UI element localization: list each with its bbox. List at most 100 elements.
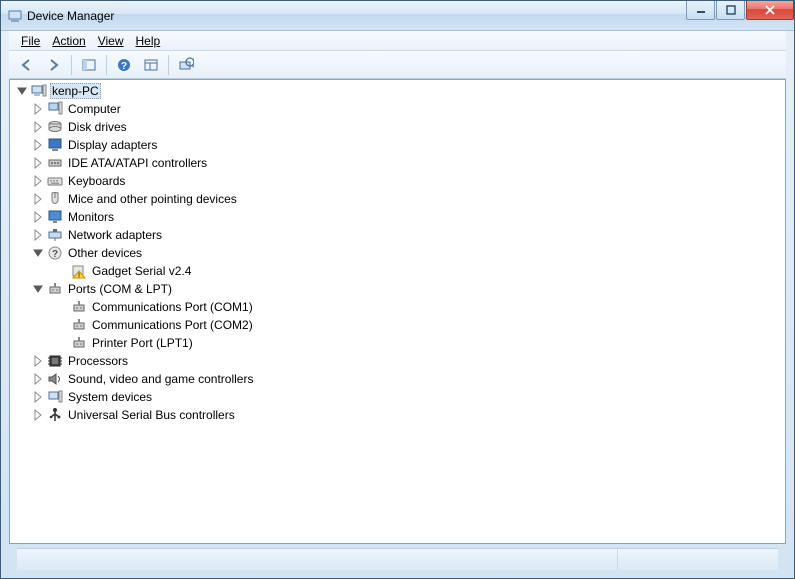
mouse-icon	[47, 191, 63, 207]
ide-icon	[47, 155, 63, 171]
app-icon	[7, 8, 23, 24]
expander-icon[interactable]	[14, 83, 30, 99]
menu-action[interactable]: Action	[46, 32, 91, 50]
tree-category-usb[interactable]: Universal Serial Bus controllers	[10, 406, 785, 424]
window-controls	[685, 1, 794, 30]
expander-icon[interactable]	[30, 209, 46, 225]
port-icon	[47, 281, 63, 297]
expander-icon[interactable]	[30, 407, 46, 423]
expander-icon[interactable]	[30, 389, 46, 405]
other-icon	[47, 245, 63, 261]
window-title: Device Manager	[27, 9, 685, 23]
tree-category-computer[interactable]: Computer	[10, 100, 785, 118]
help-button[interactable]: ?	[112, 54, 136, 76]
device-manager-window: Device Manager File Action View Help ? k…	[0, 0, 795, 579]
expander-spacer	[54, 263, 70, 279]
menu-file[interactable]: File	[15, 32, 46, 50]
properties-button[interactable]	[139, 54, 163, 76]
expander-icon[interactable]	[30, 281, 46, 297]
tree-category-keyboards[interactable]: Keyboards	[10, 172, 785, 190]
tree-device-item[interactable]: Printer Port (LPT1)	[10, 334, 785, 352]
status-cell	[618, 549, 778, 570]
disk-icon	[47, 119, 63, 135]
menu-help[interactable]: Help	[130, 32, 167, 50]
node-label: Disk drives	[66, 119, 129, 135]
tree-category-network[interactable]: Network adapters	[10, 226, 785, 244]
tree-device-item[interactable]: Communications Port (COM2)	[10, 316, 785, 334]
node-label: Mice and other pointing devices	[66, 191, 239, 207]
status-bar	[17, 548, 778, 570]
expander-spacer	[54, 335, 70, 351]
node-label: Ports (COM & LPT)	[66, 281, 174, 297]
node-label: kenp-PC	[50, 83, 101, 99]
node-label: Printer Port (LPT1)	[90, 335, 195, 351]
node-label: Sound, video and game controllers	[66, 371, 255, 387]
tree-category-system[interactable]: System devices	[10, 388, 785, 406]
tree-category-disk[interactable]: Disk drives	[10, 118, 785, 136]
node-label: Communications Port (COM1)	[90, 299, 255, 315]
toolbar-separator	[106, 55, 107, 75]
expander-icon[interactable]	[30, 191, 46, 207]
keyboard-icon	[47, 173, 63, 189]
expander-icon[interactable]	[30, 227, 46, 243]
port-icon	[71, 317, 87, 333]
expander-spacer	[54, 317, 70, 333]
tree-category-sound[interactable]: Sound, video and game controllers	[10, 370, 785, 388]
device-tree-panel[interactable]: kenp-PC Computer Disk drives Display ada…	[9, 79, 786, 544]
port-icon	[71, 299, 87, 315]
toolbar: ?	[9, 51, 786, 79]
back-button[interactable]	[15, 54, 39, 76]
expander-icon[interactable]	[30, 101, 46, 117]
expander-icon[interactable]	[30, 371, 46, 387]
cpu-icon	[47, 353, 63, 369]
device-tree: kenp-PC Computer Disk drives Display ada…	[10, 82, 785, 424]
tree-category-ports[interactable]: Ports (COM & LPT)	[10, 280, 785, 298]
toolbar-separator	[168, 55, 169, 75]
content-area: kenp-PC Computer Disk drives Display ada…	[9, 79, 786, 578]
tree-category-mice[interactable]: Mice and other pointing devices	[10, 190, 785, 208]
status-cell	[17, 549, 618, 570]
sound-icon	[47, 371, 63, 387]
node-label: Network adapters	[66, 227, 164, 243]
expander-icon[interactable]	[30, 155, 46, 171]
tree-root-node[interactable]: kenp-PC	[10, 82, 785, 100]
tree-category-ide[interactable]: IDE ATA/ATAPI controllers	[10, 154, 785, 172]
computer-icon	[47, 101, 63, 117]
close-button[interactable]	[746, 1, 794, 20]
node-label: Universal Serial Bus controllers	[66, 407, 237, 423]
menu-view[interactable]: View	[92, 32, 130, 50]
tree-device-item[interactable]: Gadget Serial v2.4	[10, 262, 785, 280]
node-label: Processors	[66, 353, 130, 369]
node-label: Keyboards	[66, 173, 127, 189]
warning-icon	[71, 263, 87, 279]
network-icon	[47, 227, 63, 243]
scan-hardware-button[interactable]	[174, 54, 198, 76]
expander-icon[interactable]	[30, 119, 46, 135]
tree-device-item[interactable]: Communications Port (COM1)	[10, 298, 785, 316]
expander-icon[interactable]	[30, 245, 46, 261]
forward-button[interactable]	[42, 54, 66, 76]
svg-text:?: ?	[121, 61, 127, 72]
node-label: Other devices	[66, 245, 144, 261]
display-icon	[47, 137, 63, 153]
expander-icon[interactable]	[30, 173, 46, 189]
toolbar-separator	[71, 55, 72, 75]
tree-category-other[interactable]: Other devices	[10, 244, 785, 262]
node-label: Communications Port (COM2)	[90, 317, 255, 333]
node-label: Computer	[66, 101, 123, 117]
tree-category-monitors[interactable]: Monitors	[10, 208, 785, 226]
expander-icon[interactable]	[30, 137, 46, 153]
expander-icon[interactable]	[30, 353, 46, 369]
menu-bar: File Action View Help	[9, 31, 786, 51]
node-label: Gadget Serial v2.4	[90, 263, 193, 279]
tree-category-display[interactable]: Display adapters	[10, 136, 785, 154]
show-hide-tree-button[interactable]	[77, 54, 101, 76]
maximize-button[interactable]	[716, 1, 745, 20]
node-label: IDE ATA/ATAPI controllers	[66, 155, 209, 171]
node-label: Monitors	[66, 209, 116, 225]
port-icon	[71, 335, 87, 351]
tree-category-processors[interactable]: Processors	[10, 352, 785, 370]
minimize-button[interactable]	[686, 1, 715, 20]
usb-icon	[47, 407, 63, 423]
pc-icon	[31, 83, 47, 99]
